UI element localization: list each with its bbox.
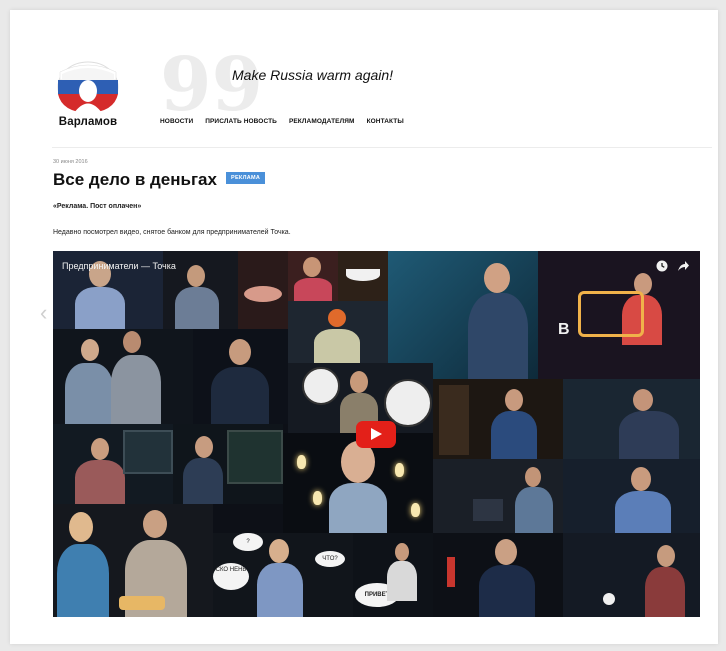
ad-badge: РЕКЛАМА (226, 172, 266, 184)
post-title[interactable]: Все дело в деньгах (53, 170, 217, 190)
video-tile (388, 251, 538, 379)
video-tile (433, 379, 563, 459)
letter-b-sign: B (558, 321, 570, 338)
video-tile (338, 251, 388, 301)
video-tile (193, 329, 288, 424)
video-player[interactable]: B ? СКО НЕНЬ ЧТО? ПРИВЕТ Предприниматели… (53, 251, 700, 617)
flag-logo-icon (57, 61, 119, 113)
video-tile (53, 504, 213, 617)
video-tile (283, 433, 433, 533)
quote-mark-decoration: 99 (160, 42, 263, 128)
share-icon[interactable] (677, 260, 690, 272)
video-tile (238, 251, 288, 329)
play-button[interactable] (356, 421, 396, 448)
video-tile (53, 329, 193, 424)
video-tile (53, 424, 173, 504)
main-nav: НОВОСТИ ПРИСЛАТЬ НОВОСТЬ РЕКЛАМОДАТЕЛЯМ … (160, 118, 404, 125)
post-lead: Недавно посмотрел видео, снятое банком д… (53, 229, 291, 236)
video-tile (563, 379, 700, 459)
nav-item-contacts[interactable]: КОНТАКТЫ (367, 118, 404, 125)
header-divider (52, 147, 712, 148)
speech-bubble: ? (233, 533, 263, 551)
video-title[interactable]: Предприниматели — Точка (62, 261, 176, 271)
video-tile (563, 459, 700, 533)
video-tile (563, 533, 700, 617)
video-tile: ? СКО НЕНЬ ЧТО? (213, 533, 353, 617)
nav-item-advertisers[interactable]: РЕКЛАМОДАТЕЛЯМ (289, 118, 355, 125)
speech-bubble: СКО НЕНЬ (213, 563, 249, 590)
video-tile (288, 251, 338, 301)
chevron-left-icon[interactable]: ‹ (40, 300, 47, 326)
nav-item-send-news[interactable]: ПРИСЛАТЬ НОВОСТЬ (205, 118, 277, 125)
logo-text: Варламов (58, 116, 118, 128)
speech-bubble: ЧТО? (315, 551, 345, 567)
video-tile (433, 533, 563, 617)
video-tile: ПРИВЕТ (353, 533, 433, 617)
site-logo[interactable]: Варламов (53, 60, 123, 128)
video-tile (288, 301, 388, 363)
post-subtitle: «Реклама. Пост оплачен» (53, 203, 142, 210)
nav-item-news[interactable]: НОВОСТИ (160, 118, 193, 125)
video-tile: B (538, 251, 700, 379)
clock-icon[interactable] (656, 260, 668, 272)
video-tile (173, 424, 283, 504)
site-slogan: Make Russia warm again! (232, 67, 394, 83)
video-tile (433, 459, 563, 533)
post-date: 30 июня 2016 (53, 159, 88, 165)
